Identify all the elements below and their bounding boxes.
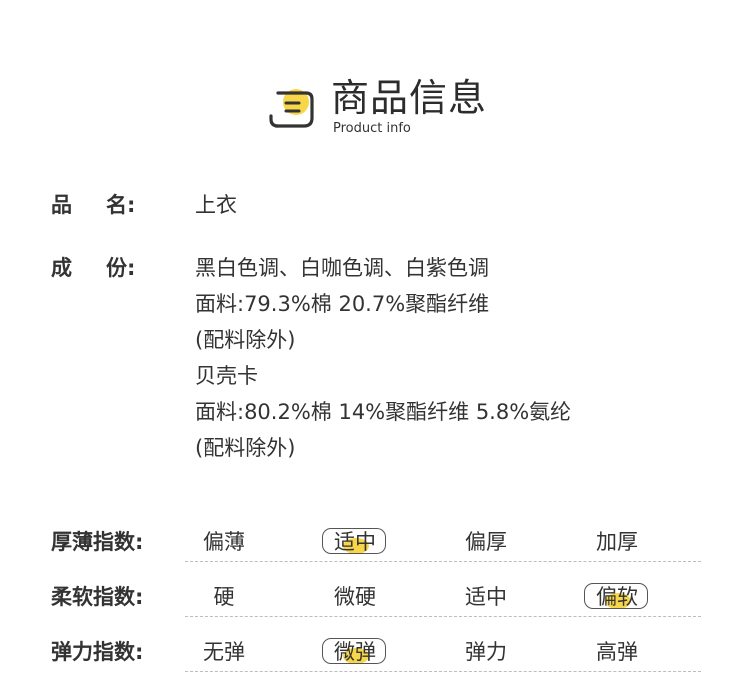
info-value-line: (配料除外) <box>195 436 296 460</box>
index-option: 弹力 <box>465 640 507 664</box>
elasticity-index-row: 弹力指数: 无弹 微弹 弹力 高弹 <box>51 632 701 672</box>
page-subtitle: Product info <box>333 121 411 136</box>
softness-index-row: 柔软指数: 硬 微硬 适中 偏软 <box>51 577 701 617</box>
dashed-divider <box>185 561 701 562</box>
info-value-line: 上衣 <box>195 193 237 217</box>
info-label: 品名: <box>51 193 136 217</box>
index-option-selected: 偏软 <box>583 577 651 617</box>
info-value: 上衣 <box>195 187 237 223</box>
info-value-line: 黑白色调、白咖色调、白紫色调 <box>195 256 489 280</box>
index-option: 硬 <box>213 585 235 609</box>
index-option: 适中 <box>465 585 507 609</box>
dashed-divider <box>185 671 701 672</box>
index-option-selected: 微弹 <box>321 632 389 672</box>
info-value: 黑白色调、白咖色调、白紫色调 面料:79.3%棉 20.7%聚酯纤维 (配料除外… <box>195 250 571 466</box>
info-label: 成份: <box>51 256 136 280</box>
dashed-divider <box>185 616 701 617</box>
index-label: 柔软指数: <box>51 585 144 609</box>
document-icon <box>269 89 314 128</box>
index-option: 微硬 <box>334 585 376 609</box>
info-value-line: (配料除外) <box>195 328 296 352</box>
section-header: 商品信息 Product info <box>0 0 750 150</box>
index-option: 加厚 <box>596 530 638 554</box>
index-option: 高弹 <box>596 640 638 664</box>
thickness-index-row: 厚薄指数: 偏薄 适中 偏厚 加厚 <box>51 522 701 562</box>
index-label: 弹力指数: <box>51 640 144 664</box>
index-option: 偏薄 <box>203 530 245 554</box>
info-value-line: 面料:79.3%棉 20.7%聚酯纤维 <box>195 292 490 316</box>
index-label: 厚薄指数: <box>51 530 144 554</box>
index-option-selected: 适中 <box>321 522 389 562</box>
info-value-line: 贝壳卡 <box>195 364 258 388</box>
index-option: 偏厚 <box>465 530 507 554</box>
info-value-line: 面料:80.2%棉 14%聚酯纤维 5.8%氨纶 <box>195 400 572 424</box>
index-option: 无弹 <box>203 640 245 664</box>
page-title: 商品信息 <box>331 76 488 120</box>
